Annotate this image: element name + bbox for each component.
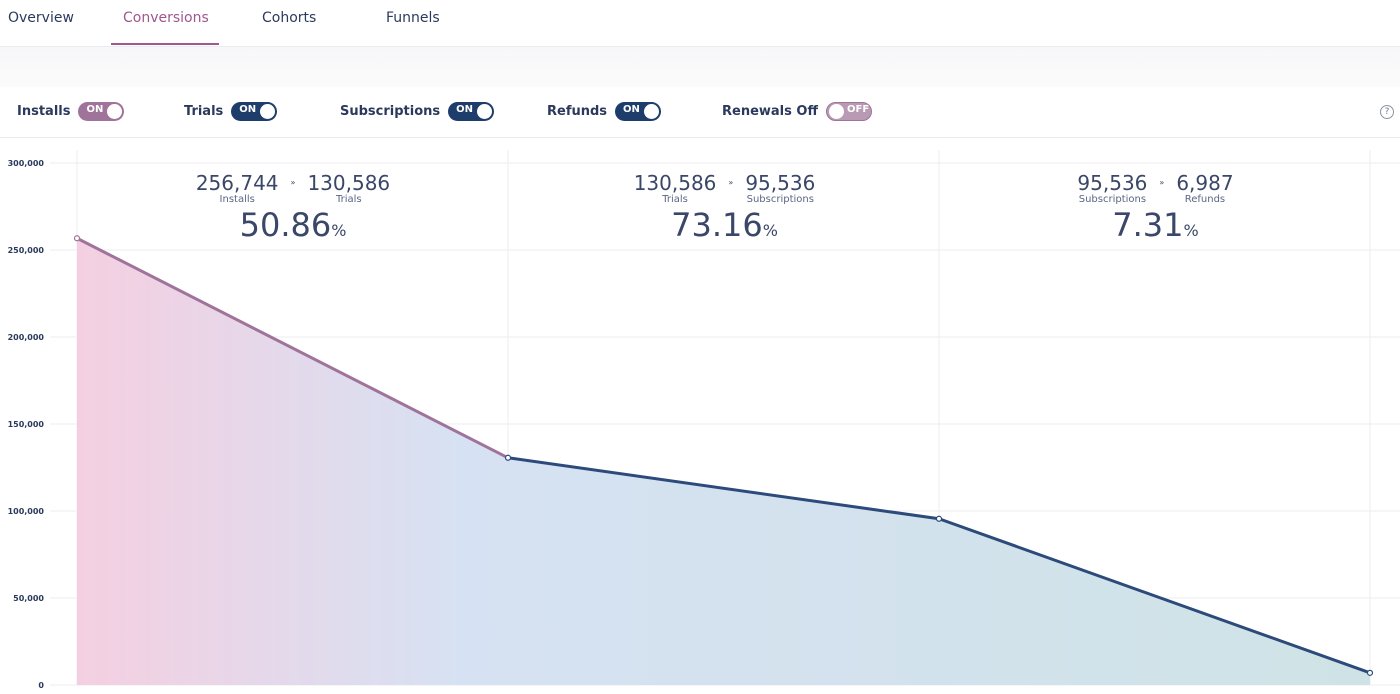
toggle-trials: Trials ON [184,102,278,121]
stage-from-label: Installs [219,194,255,205]
y-tick-label: 150,000 [8,420,45,429]
rate-unit: % [331,221,347,240]
stage-conversion-rate: 7.31% [940,208,1371,248]
toggle-installs-label: Installs [17,104,71,119]
y-tick-label: 300,000 [8,159,45,168]
y-tick-label: 200,000 [8,333,45,342]
toggle-installs: Installs ON [17,102,125,121]
subscriptions-switch-state: ON [456,104,474,115]
y-tick-label: 50,000 [13,594,44,603]
data-point-trials [504,454,512,461]
data-point-refunds [1366,669,1374,676]
refunds-switch[interactable]: ON [615,102,662,121]
switch-knob [107,104,123,119]
series-toggle-bar: Installs ON Trials ON Subscriptions ON R… [0,87,1400,138]
question-circle-icon[interactable]: ? [1380,105,1394,119]
stage-to-label: Trials [335,194,362,205]
stage-to-value: 6,987 [1176,171,1234,195]
stage-to-label: Subscriptions [746,194,814,205]
arrow-icon: » [1159,178,1165,187]
stage-subscriptions-to-refunds: 95,536 Subscriptions » 6,987 Refunds 7.3… [940,172,1371,248]
subscriptions-switch[interactable]: ON [448,102,495,121]
trials-switch-state: ON [239,104,257,115]
rate-value: 7.31 [1112,206,1184,244]
funnel-area [77,238,1370,685]
stage-conversion-rate: 50.86% [77,208,509,248]
installs-switch[interactable]: ON [78,102,125,121]
stage-from-value: 95,536 [1077,171,1148,195]
y-tick-label: 0 [38,681,44,690]
stage-to-value: 130,586 [307,171,391,195]
renewals-switch-state: OFF [846,104,870,115]
active-tab-indicator [111,43,219,45]
stage-from-value: 130,586 [633,171,717,195]
toggle-renewals-label: Renewals Off [722,104,818,119]
refunds-switch-state: ON [623,104,640,115]
rate-value: 50.86 [239,206,332,244]
stage-to-value: 95,536 [745,171,816,195]
arrow-icon: » [290,178,296,187]
toggle-refunds-label: Refunds [547,104,608,119]
funnel-chart: 0 50,000 100,000 150,000 200,000 250,000 300,0… [0,138,1400,694]
stage-conversion-rate: 73.16% [509,208,940,248]
toggle-refunds: Refunds ON [547,102,662,121]
y-tick-label: 250,000 [8,246,45,255]
renewals-switch[interactable]: OFF [825,102,872,121]
installs-switch-state: ON [86,104,104,115]
y-tick-label: 100,000 [8,507,45,516]
data-point-subscriptions [935,515,943,522]
rate-unit: % [762,221,778,240]
stage-installs-to-trials: 256,744 Installs » 130,586 Trials 50.86% [77,172,509,248]
rate-unit: % [1183,221,1199,240]
toggle-subscriptions-label: Subscriptions [340,104,441,119]
toggle-renewals: Renewals Off OFF [722,102,872,121]
tab-cohorts[interactable]: Cohorts [262,10,316,40]
trials-switch[interactable]: ON [231,102,278,121]
arrow-icon: » [728,178,734,187]
toggle-trials-label: Trials [184,104,224,119]
stage-trials-to-subscriptions: 130,586 Trials » 95,536 Subscriptions 73… [509,172,940,248]
switch-knob [828,104,844,119]
tab-bar: Overview Conversions Cohorts Funnels [0,0,1400,47]
stage-from-value: 256,744 [195,171,279,195]
stage-from-label: Subscriptions [1078,194,1147,205]
toggle-subscriptions: Subscriptions ON [340,102,495,121]
rate-value: 73.16 [671,206,763,244]
stage-to-label: Refunds [1184,194,1226,205]
switch-knob [260,104,276,119]
header-band [0,47,1400,87]
tab-funnels[interactable]: Funnels [386,10,440,40]
tab-overview[interactable]: Overview [8,10,74,40]
switch-knob [477,104,493,119]
stage-from-label: Trials [662,194,688,205]
switch-knob [644,104,660,119]
tab-conversions[interactable]: Conversions [123,10,209,40]
